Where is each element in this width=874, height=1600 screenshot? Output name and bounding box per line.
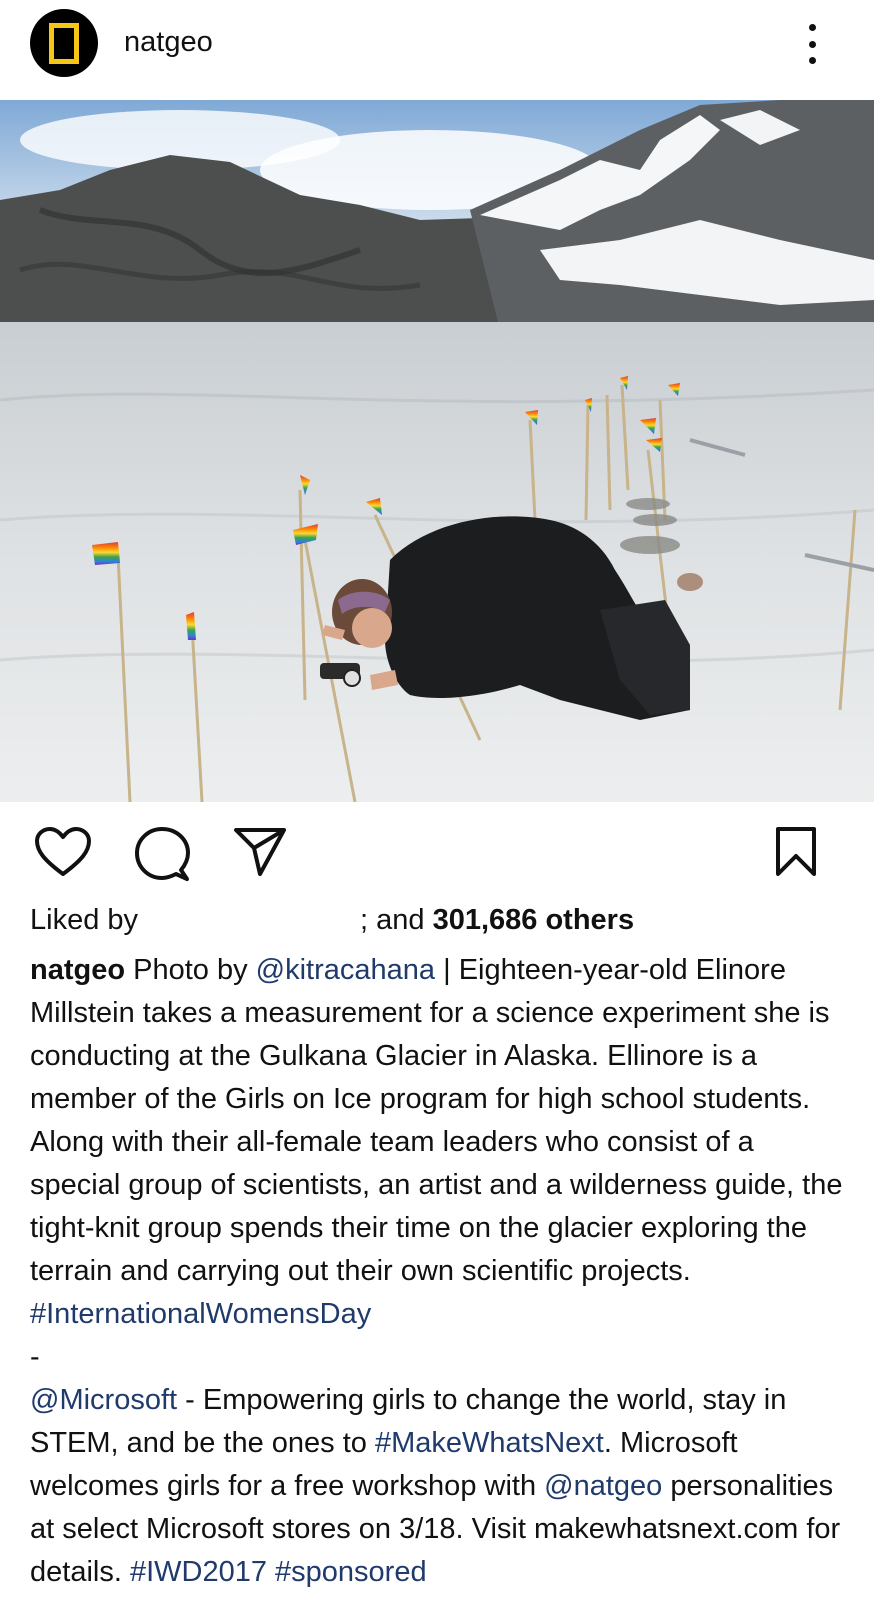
post-caption: natgeo Photo by @kitracahana | Eighteen-… [30,949,850,1594]
mention-kitracahana[interactable]: @kitracahana [256,954,435,986]
caption-text-2: | Eighteen-year-old Elinore Millstein ta… [30,954,843,1287]
mention-natgeo[interactable]: @natgeo [544,1470,662,1502]
natgeo-avatar[interactable] [30,9,98,77]
likes-count[interactable]: 301,686 others [433,904,635,936]
action-bar [0,826,874,886]
caption-separator: - [30,1341,40,1373]
bookmark-outline-icon[interactable] [774,826,818,883]
paper-plane-icon[interactable] [233,826,287,883]
more-options-icon[interactable] [808,24,816,64]
likes-line[interactable]: Liked by ; and 301,686 others [30,904,634,937]
mention-microsoft[interactable]: @Microsoft [30,1384,177,1416]
caption-text-1: Photo by [133,954,248,986]
hashtag-makewhatsnext[interactable]: #MakeWhatsNext [375,1427,604,1459]
hashtag-sponsored[interactable]: #sponsored [275,1556,427,1588]
header-username[interactable]: natgeo [124,26,213,59]
likes-suffix: ; and [360,904,425,936]
glacier-photo-illustration [0,100,874,802]
heart-outline-icon[interactable] [34,826,92,883]
post-photo[interactable] [0,100,874,802]
natgeo-logo-icon [49,22,79,64]
hashtag-iwd2017[interactable]: #IWD2017 [130,1556,267,1588]
caption-username[interactable]: natgeo [30,954,125,986]
hashtag-internationalwomensday[interactable]: #InternationalWomensDay [30,1298,371,1330]
likes-prefix: Liked by [30,904,139,936]
comment-bubble-icon[interactable] [134,826,190,887]
post-header: natgeo [0,0,874,100]
